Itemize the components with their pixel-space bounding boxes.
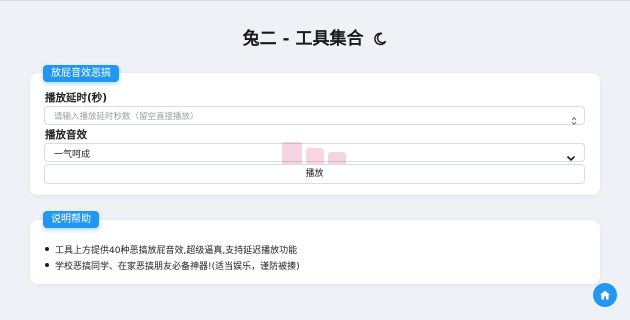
- top-divider: [0, 0, 630, 1]
- bullet-icon: [45, 247, 49, 251]
- page: 兔二 - 工具集合 放屁音效恶搞 播放延时(秒) 请输入播放延时秒数（留空直接播…: [0, 0, 630, 320]
- delay-input[interactable]: 请输入播放延时秒数（留空直接播放）: [44, 106, 585, 126]
- prank-sound-badge: 放屁音效恶搞: [43, 65, 119, 82]
- delay-label: 播放延时(秒): [45, 92, 108, 104]
- sound-select-value: 一气呵成: [54, 150, 91, 160]
- page-title-text: 兔二 - 工具集合: [242, 29, 364, 49]
- play-button[interactable]: 播放: [44, 164, 585, 184]
- home-button[interactable]: [593, 283, 617, 307]
- bullet-icon: [45, 263, 49, 267]
- number-spinner-icon[interactable]: [571, 111, 577, 130]
- sound-label: 播放音效: [45, 129, 87, 141]
- help-item: 工具上方提供40种恶搞放屁音效,超级逼真,支持延迟播放功能: [45, 243, 297, 256]
- page-title: 兔二 - 工具集合: [0, 24, 630, 51]
- help-badge: 说明帮助: [43, 211, 99, 228]
- help-item: 学校恶搞同学、在家恶搞朋友必备神器!(适当娱乐，谨防被揍): [45, 259, 300, 272]
- home-icon: [600, 290, 610, 300]
- help-item-text: 工具上方提供40种恶搞放屁音效,超级逼真,支持延迟播放功能: [55, 246, 298, 256]
- delay-input-placeholder: 请输入播放延时秒数（留空直接播放）: [54, 112, 199, 122]
- help-item-text: 学校恶搞同学、在家恶搞朋友必备神器!(适当娱乐，谨防被揍): [55, 262, 300, 272]
- crescent-moon-icon: [373, 31, 387, 51]
